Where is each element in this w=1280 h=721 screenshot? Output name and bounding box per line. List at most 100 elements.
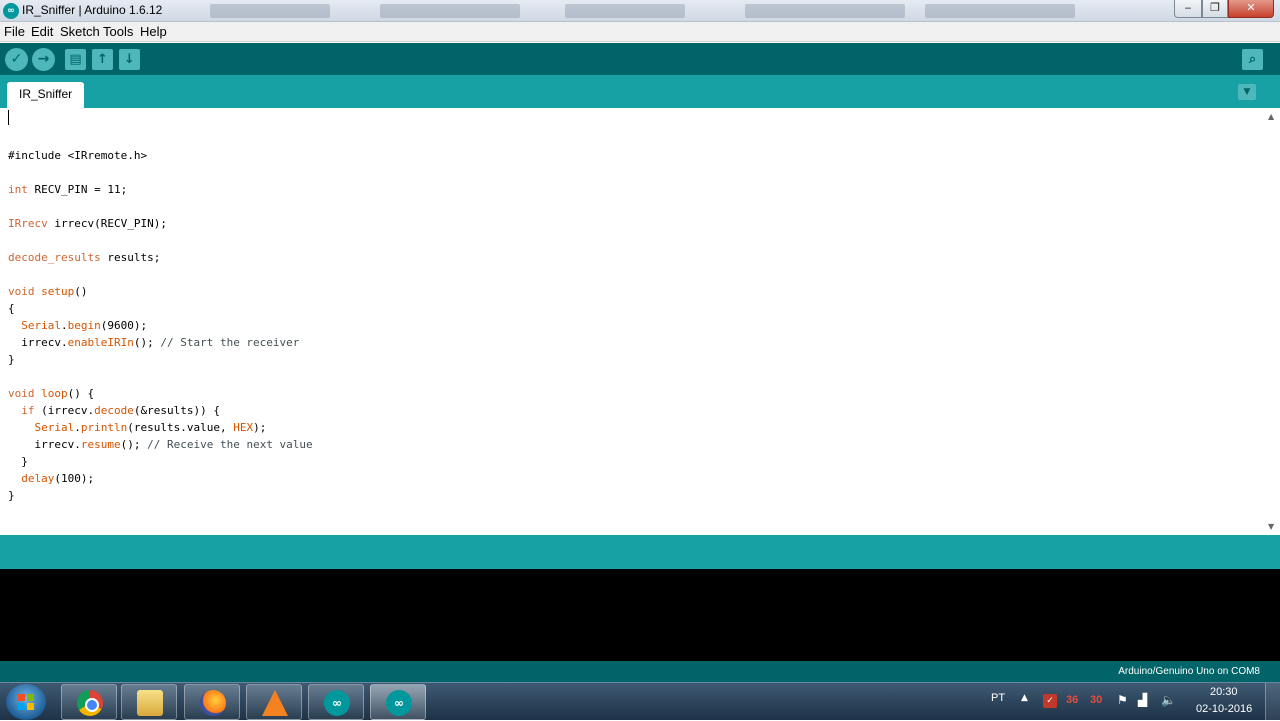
- serial-monitor-icon[interactable]: ⌕: [1242, 49, 1263, 70]
- clock-time[interactable]: 20:30: [1210, 686, 1238, 698]
- show-hidden-icons-icon[interactable]: ▲: [1021, 693, 1028, 703]
- code-token: ();: [133, 336, 161, 349]
- code-token: (100);: [54, 472, 95, 485]
- background-window-tab: [925, 4, 1075, 18]
- code-line: }: [8, 453, 313, 470]
- code-token: }: [8, 489, 15, 502]
- clock-date[interactable]: 02-10-2016: [1196, 703, 1252, 715]
- code-token: // Receive the next value: [147, 438, 313, 451]
- show-desktop-button[interactable]: [1265, 683, 1280, 721]
- firefox-icon: [200, 690, 226, 716]
- code-line: }: [8, 487, 313, 504]
- new-sketch-icon[interactable]: ▤: [65, 49, 86, 70]
- code-line: if (irrecv.decode(&results)) {: [8, 402, 313, 419]
- console-output[interactable]: [0, 569, 1280, 661]
- code-token: decode: [94, 404, 134, 417]
- volume-icon[interactable]: 🔈: [1161, 693, 1176, 707]
- code-token: IRrecv: [8, 217, 48, 230]
- menu-bar: File Edit Sketch Tools Help: [0, 22, 1280, 42]
- taskbar-firefox[interactable]: [184, 684, 240, 720]
- start-button[interactable]: [6, 684, 46, 720]
- antivirus-icon[interactable]: ✓: [1043, 694, 1057, 708]
- tray-counter-2[interactable]: 30: [1090, 694, 1102, 706]
- code-token: delay: [21, 472, 55, 485]
- code-line: void loop() {: [8, 385, 313, 402]
- code-token: () {: [67, 387, 95, 400]
- code-line: delay(100);: [8, 470, 313, 487]
- code-line: Serial.println(results.value, HEX);: [8, 419, 313, 436]
- taskbar-arduino-2[interactable]: ∞: [370, 684, 426, 720]
- message-area: [0, 535, 1280, 569]
- code-line: Serial.begin(9600);: [8, 317, 313, 334]
- code-token: enableIRIn: [67, 336, 134, 349]
- minimize-button[interactable]: ‒: [1174, 0, 1202, 18]
- language-indicator[interactable]: PT: [991, 692, 1005, 704]
- code-token: begin: [67, 319, 101, 332]
- background-window-tab: [745, 4, 905, 18]
- code-token: );: [253, 421, 267, 434]
- code-token: (9600);: [100, 319, 148, 332]
- editor-scrollbar[interactable]: ▲ ▼: [1264, 108, 1280, 535]
- tab-menu-chevron-down-icon[interactable]: ▼: [1238, 84, 1256, 100]
- code-line: irrecv.resume(); // Receive the next val…: [8, 436, 313, 453]
- folder-icon: [137, 690, 163, 716]
- code-line: void setup(): [8, 283, 313, 300]
- tab-ir-sniffer[interactable]: IR_Sniffer: [7, 82, 85, 108]
- background-window-tab: [380, 4, 520, 18]
- maximize-button[interactable]: ❐: [1202, 0, 1228, 18]
- windows-taskbar: ∞ ∞ PT ▲ ✓ 36 30 ⚑ ▟ 🔈 20:30 02-10-2016: [0, 682, 1280, 721]
- toolbar: ✓ → ▤ ↑ ↓ ⌕: [0, 43, 1280, 75]
- code-token: println: [80, 421, 128, 434]
- verify-icon[interactable]: ✓: [5, 48, 28, 71]
- code-token: (results.value,: [127, 421, 234, 434]
- code-line: {: [8, 300, 313, 317]
- code-line: IRrecv irrecv(RECV_PIN);: [8, 215, 313, 232]
- taskbar-arduino-1[interactable]: ∞: [308, 684, 364, 720]
- window-title: IR_Sniffer | Arduino 1.6.12: [22, 3, 163, 17]
- menu-help[interactable]: Help: [140, 24, 167, 39]
- action-center-flag-icon[interactable]: ⚑: [1117, 693, 1128, 707]
- taskbar-explorer[interactable]: [121, 684, 177, 720]
- scroll-down-icon[interactable]: ▼: [1268, 522, 1274, 531]
- taskbar-chrome[interactable]: [61, 684, 117, 720]
- code-line: irrecv.enableIRIn(); // Start the receiv…: [8, 334, 313, 351]
- code-token: (irrecv.: [34, 404, 95, 417]
- code-token: .: [74, 421, 81, 434]
- code-token: }: [8, 353, 15, 366]
- menu-sketch[interactable]: Sketch: [60, 24, 100, 39]
- code-line: #include <IRremote.h>: [8, 147, 313, 164]
- menu-edit[interactable]: Edit: [31, 24, 53, 39]
- menu-file[interactable]: File: [4, 24, 25, 39]
- code-token: irrecv.: [8, 336, 68, 349]
- background-window-tab: [210, 4, 330, 18]
- background-window-tab: [565, 4, 685, 18]
- close-button[interactable]: ✕: [1228, 0, 1274, 18]
- save-sketch-icon[interactable]: ↓: [119, 49, 140, 70]
- code-token: {: [8, 302, 15, 315]
- taskbar-vlc[interactable]: [246, 684, 302, 720]
- code-token: HEX: [233, 421, 254, 434]
- menu-tools[interactable]: Tools: [103, 24, 133, 39]
- upload-icon[interactable]: →: [32, 48, 55, 71]
- vlc-icon: [262, 690, 288, 716]
- code-token: resume: [80, 438, 121, 451]
- status-bar: Arduino/Genuino Uno on COM8: [0, 661, 1280, 682]
- chrome-icon: [77, 690, 103, 716]
- code-token: #include <IRremote.h>: [8, 149, 148, 162]
- code-editor[interactable]: #include <IRremote.h> int RECV_PIN = 11;…: [0, 108, 1280, 535]
- network-signal-icon[interactable]: ▟: [1138, 693, 1147, 707]
- code-token: irrecv.: [8, 438, 81, 451]
- code-token: Serial: [21, 319, 61, 332]
- code-token: if: [21, 404, 35, 417]
- code-token: results;: [100, 251, 161, 264]
- code-token: (&results)) {: [133, 404, 220, 417]
- scroll-up-icon[interactable]: ▲: [1268, 112, 1274, 121]
- tray-counter-1[interactable]: 36: [1066, 694, 1078, 706]
- open-sketch-icon[interactable]: ↑: [92, 49, 113, 70]
- arduino-app-icon: ∞: [3, 3, 19, 19]
